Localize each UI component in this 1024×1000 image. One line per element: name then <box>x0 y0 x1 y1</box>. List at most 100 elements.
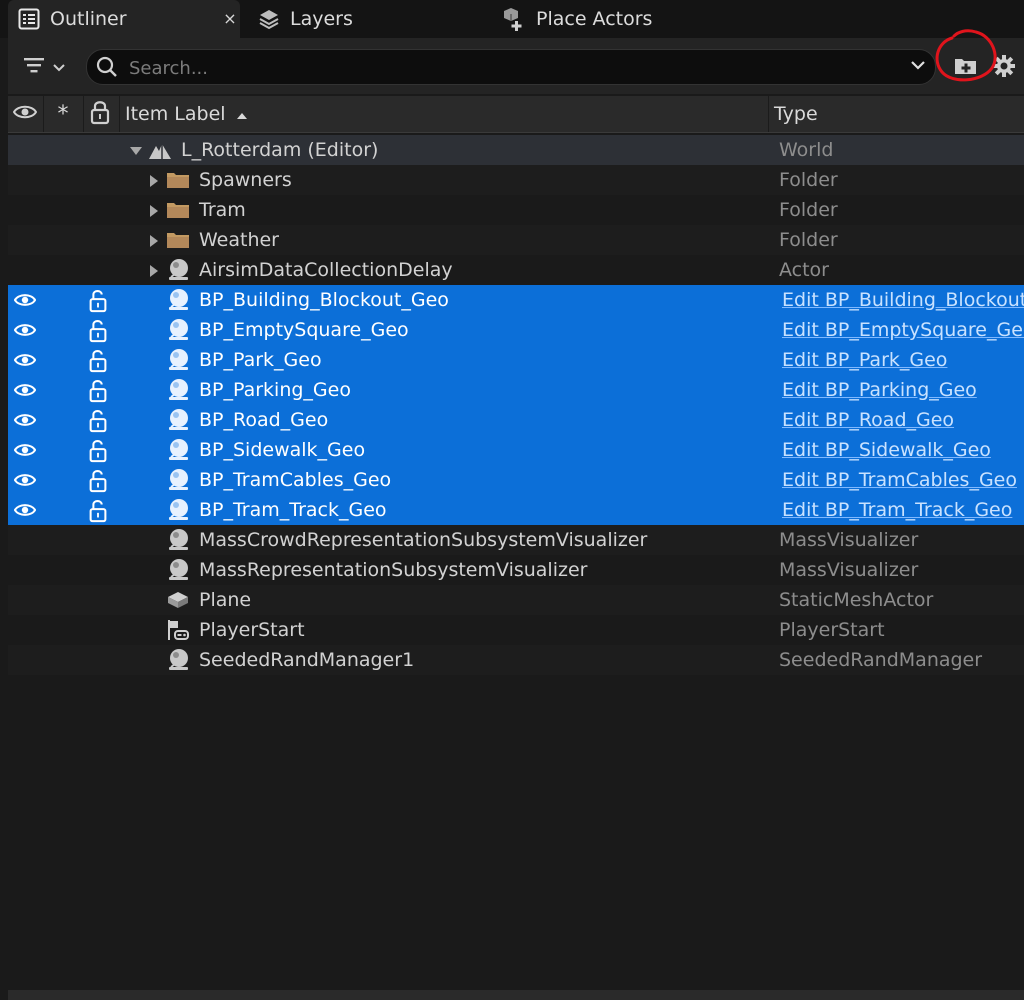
tree-row-selected[interactable]: BP_Parking_Geo Edit BP_Parking_Geo <box>8 375 1024 405</box>
tree-row-selected[interactable]: BP_Building_Blockout_Geo Edit BP_Building… <box>8 285 1024 315</box>
item-type: Folder <box>779 199 838 221</box>
actor-icon <box>166 468 190 492</box>
unlocked-lock-icon[interactable] <box>88 289 110 313</box>
item-type: World <box>779 139 834 161</box>
item-type: MassVisualizer <box>779 529 919 551</box>
collapse-arrow-icon[interactable] <box>129 143 143 157</box>
visibility-eye-icon[interactable] <box>13 441 37 459</box>
item-label: MassCrowdRepresentationSubsystemVisualiz… <box>199 529 648 551</box>
edit-blueprint-link[interactable]: Edit BP_TramCables_Geo <box>782 465 1024 495</box>
tree-row-selected[interactable]: BP_Park_Geo Edit BP_Park_Geo <box>8 345 1024 375</box>
actor-icon <box>166 318 190 342</box>
tree-row-selected[interactable]: BP_Sidewalk_Geo Edit BP_Sidewalk_Geo <box>8 435 1024 465</box>
unlocked-lock-icon[interactable] <box>88 379 110 403</box>
item-label-column-header[interactable]: Item Label <box>125 96 765 132</box>
item-label: PlayerStart <box>199 619 305 641</box>
item-type: Folder <box>779 229 838 251</box>
unlocked-lock-icon[interactable] <box>88 319 110 343</box>
tree-row[interactable]: Weather Folder <box>8 225 1024 255</box>
unlocked-lock-icon[interactable] <box>88 469 110 493</box>
search-box[interactable] <box>86 49 936 85</box>
tree-row-selected[interactable]: BP_TramCables_Geo Edit BP_TramCables_Geo <box>8 465 1024 495</box>
visibility-eye-icon[interactable] <box>13 381 37 399</box>
unlocked-lock-icon[interactable] <box>88 349 110 373</box>
eye-icon <box>12 103 38 126</box>
player-start-icon <box>166 618 190 642</box>
tree-row-selected[interactable]: BP_Tram_Track_Geo Edit BP_Tram_Track_Geo <box>8 495 1024 525</box>
visibility-eye-icon[interactable] <box>13 291 37 309</box>
actor-icon <box>166 378 190 402</box>
pinned-column-header[interactable]: * <box>44 96 82 132</box>
unlocked-lock-icon[interactable] <box>88 439 110 463</box>
edit-blueprint-link[interactable]: Edit BP_Road_Geo <box>782 405 1024 435</box>
outliner-tree: L_Rotterdam (Editor) World Spawners Folder T… <box>8 135 1024 675</box>
item-type: MassVisualizer <box>779 559 919 581</box>
search-icon <box>95 55 119 83</box>
settings-button[interactable] <box>990 52 1018 80</box>
add-folder-icon <box>952 59 980 84</box>
expand-arrow-icon[interactable] <box>147 203 161 217</box>
folder-icon <box>166 228 190 252</box>
item-label: Plane <box>199 589 252 611</box>
visibility-eye-icon[interactable] <box>13 411 37 429</box>
world-icon <box>148 138 172 162</box>
tree-row[interactable]: SeededRandManager1 SeededRandManager <box>8 645 1024 675</box>
tree-row-selected[interactable]: BP_Road_Geo Edit BP_Road_Geo <box>8 405 1024 435</box>
item-label: BP_TramCables_Geo <box>199 469 392 491</box>
folder-icon <box>166 198 190 222</box>
tree-row[interactable]: AirsimDataCollectionDelay Actor <box>8 255 1024 285</box>
actor-icon <box>166 438 190 462</box>
edit-blueprint-link[interactable]: Edit BP_Tram_Track_Geo <box>782 495 1024 525</box>
lock-column-header[interactable] <box>84 96 116 132</box>
tree-row[interactable]: L_Rotterdam (Editor) World <box>8 135 1024 165</box>
edit-blueprint-link[interactable]: Edit BP_Parking_Geo <box>782 375 1024 405</box>
tab-layers[interactable]: Layers <box>256 0 456 38</box>
tree-row[interactable]: Plane StaticMeshActor <box>8 585 1024 615</box>
edit-blueprint-link[interactable]: Edit BP_EmptySquare_Geo <box>782 315 1024 345</box>
visibility-column-header[interactable] <box>8 96 42 132</box>
tree-row[interactable]: Spawners Folder <box>8 165 1024 195</box>
tab-label: Layers <box>290 8 353 30</box>
item-type: Actor <box>779 259 829 281</box>
unlocked-lock-icon[interactable] <box>88 409 110 433</box>
item-type: SeededRandManager <box>779 649 983 671</box>
edit-blueprint-link[interactable]: Edit BP_Park_Geo <box>782 345 1024 375</box>
tree-row[interactable]: PlayerStart PlayerStart <box>8 615 1024 645</box>
actor-icon <box>166 348 190 372</box>
place-actors-icon <box>500 6 526 32</box>
visibility-eye-icon[interactable] <box>13 321 37 339</box>
visibility-eye-icon[interactable] <box>13 471 37 489</box>
filter-button[interactable] <box>22 54 78 80</box>
item-label: BP_Building_Blockout_Geo <box>199 289 449 311</box>
type-column-header[interactable]: Type <box>774 96 1014 132</box>
search-options-chevron-icon[interactable] <box>909 58 927 78</box>
tree-row-selected[interactable]: BP_EmptySquare_Geo Edit BP_EmptySquare_Ge… <box>8 315 1024 345</box>
expand-arrow-icon[interactable] <box>147 233 161 247</box>
tree-row[interactable]: MassRepresentationSubsystemVisualizer Mas… <box>8 555 1024 585</box>
horizontal-scrollbar[interactable] <box>8 990 1024 1000</box>
filter-icon <box>22 54 48 80</box>
visibility-eye-icon[interactable] <box>13 501 37 519</box>
tab-place-actors[interactable]: Place Actors <box>498 0 758 38</box>
outliner-toolbar <box>8 38 1024 94</box>
tab-outliner[interactable]: Outliner × <box>8 0 240 38</box>
close-icon[interactable]: × <box>220 9 240 29</box>
tree-row[interactable]: Tram Folder <box>8 195 1024 225</box>
actor-icon <box>166 258 190 282</box>
item-label: SeededRandManager1 <box>199 649 415 671</box>
layers-icon <box>258 8 280 30</box>
add-folder-button[interactable] <box>952 52 980 80</box>
item-label-header-text: Item Label <box>125 103 226 125</box>
tree-row[interactable]: MassCrowdRepresentationSubsystemVisualiz… <box>8 525 1024 555</box>
item-label: AirsimDataCollectionDelay <box>199 259 453 281</box>
edit-blueprint-link[interactable]: Edit BP_Building_Blockout_Geo <box>782 285 1024 315</box>
tab-label: Place Actors <box>536 8 653 30</box>
expand-arrow-icon[interactable] <box>147 263 161 277</box>
unlocked-lock-icon[interactable] <box>88 499 110 523</box>
actor-icon <box>166 528 190 552</box>
edit-blueprint-link[interactable]: Edit BP_Sidewalk_Geo <box>782 435 1024 465</box>
expand-arrow-icon[interactable] <box>147 173 161 187</box>
search-input[interactable] <box>127 54 901 82</box>
visibility-eye-icon[interactable] <box>13 351 37 369</box>
item-label: Tram <box>199 199 246 221</box>
